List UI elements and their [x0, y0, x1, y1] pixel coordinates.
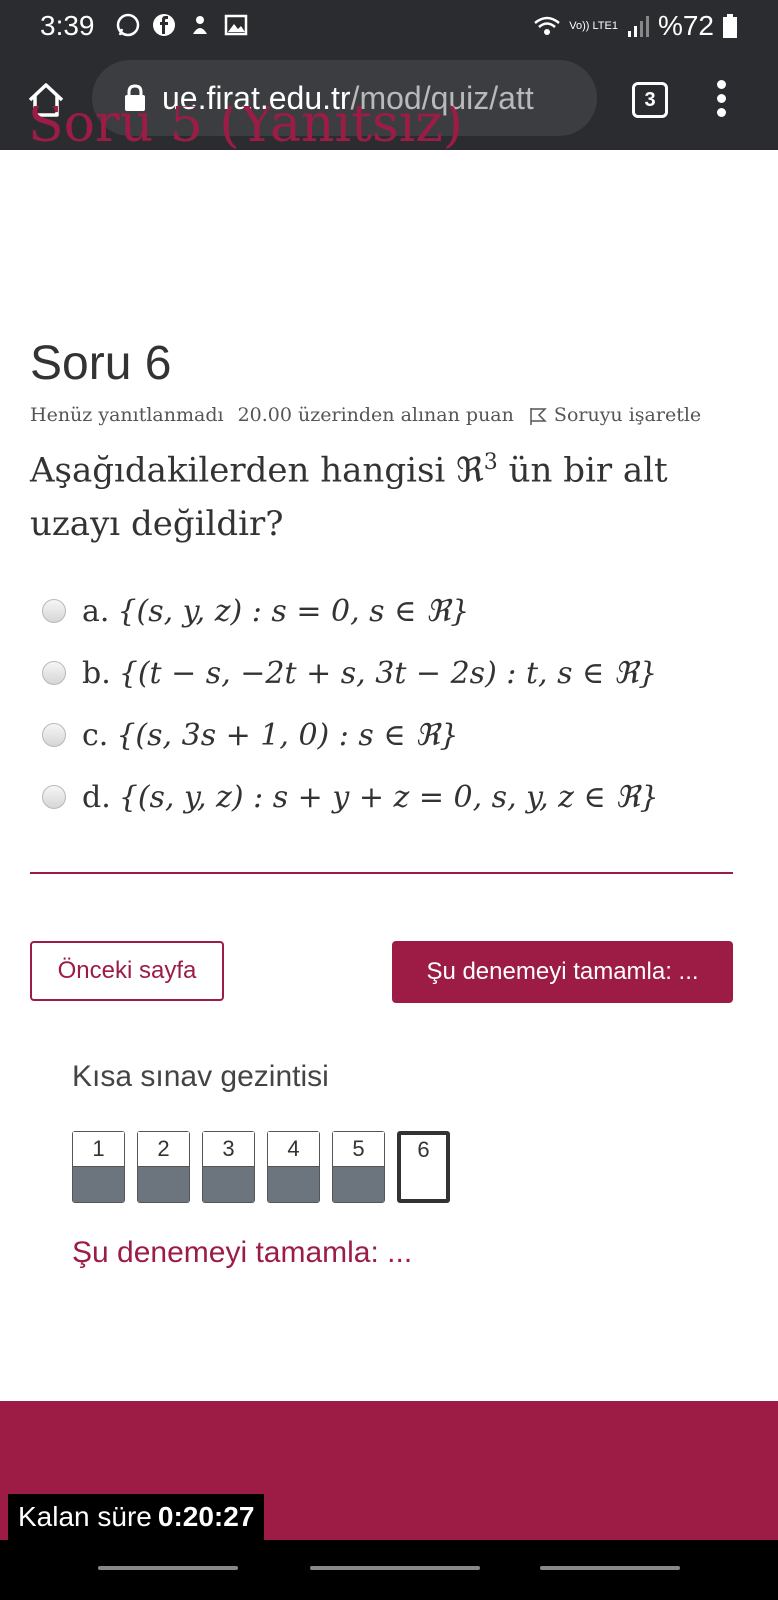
recent-apps-bar[interactable]	[98, 1566, 238, 1570]
nav-number: 4	[268, 1132, 319, 1167]
notification-icons	[115, 12, 249, 38]
previous-page-button[interactable]: Önceki sayfa	[30, 941, 224, 1001]
signal-icon	[627, 16, 649, 37]
answer-list: a. {(s, y, z) : s = 0, s ∈ ℜ} b. {(t − s…	[42, 580, 742, 828]
system-navigation-bar	[0, 1540, 778, 1600]
timer-value: 0:20:27	[157, 1501, 255, 1532]
flag-question-link[interactable]: Soruyu işaretle	[528, 404, 701, 426]
answer-letter: b.	[82, 655, 111, 691]
status-right: Vo)) LTE1 %72	[533, 10, 738, 42]
nav-question-3[interactable]: 3	[202, 1131, 255, 1203]
quiz-navigation-grid: 1 2 3 4 5 6	[72, 1131, 450, 1203]
gallery-icon	[224, 14, 248, 36]
back-bar[interactable]	[540, 1566, 680, 1570]
answer-text: {(t − s, −2t + s, 3t − 2s) : t, s ∈ ℜ}	[118, 655, 658, 691]
answered-fill	[268, 1167, 319, 1202]
answer-text: {(s, y, z) : s = 0, s ∈ ℜ}	[117, 593, 470, 629]
flag-label[interactable]: Soruyu işaretle	[554, 404, 701, 426]
nav-number: 3	[203, 1132, 254, 1167]
finish-attempt-button[interactable]: Şu denemeyi tamamla: ...	[392, 941, 733, 1003]
answer-option-b[interactable]: b. {(t − s, −2t + s, 3t − 2s) : t, s ∈ ℜ…	[42, 642, 742, 704]
nav-question-6-current[interactable]: 6	[397, 1131, 450, 1203]
question-state: Henüz yanıtlanmadı	[30, 404, 224, 426]
answer-option-a[interactable]: a. {(s, y, z) : s = 0, s ∈ ℜ}	[42, 580, 742, 642]
answered-fill	[138, 1167, 189, 1202]
nav-question-1[interactable]: 1	[72, 1131, 125, 1203]
answer-text: {(s, y, z) : s + y + z = 0, s, y, z ∈ ℜ}	[118, 779, 659, 815]
nav-question-4[interactable]: 4	[267, 1131, 320, 1203]
nav-number: 6	[401, 1135, 446, 1165]
radio-b[interactable]	[42, 661, 66, 685]
answer-letter: c.	[82, 717, 109, 753]
timer-label: Kalan süre	[18, 1501, 152, 1532]
quiz-timer: Kalan süre 0:20:27	[8, 1494, 265, 1540]
network-label: Vo)) LTE1	[569, 19, 618, 32]
nav-question-2[interactable]: 2	[137, 1131, 190, 1203]
divider	[30, 872, 733, 874]
radio-d[interactable]	[42, 785, 66, 809]
tab-switcher-button[interactable]: 3	[632, 82, 668, 118]
home-bar[interactable]	[310, 1566, 480, 1570]
question-info: Henüz yanıtlanmadı 20.00 üzerinden alına…	[30, 404, 701, 426]
question-text: Aşağıdakilerden hangisi ℜ3 ün bir alt uz…	[30, 450, 668, 545]
quiz-navigation-title: Kısa sınav gezintisi	[72, 1060, 329, 1093]
nav-question-5[interactable]: 5	[332, 1131, 385, 1203]
battery-percent: %72	[657, 10, 714, 41]
status-bar: 3:39 Vo)) LTE1 %72	[0, 0, 778, 52]
answer-text: {(s, 3s + 1, 0) : s ∈ ℜ}	[116, 717, 459, 753]
question-grade: 20.00 üzerinden alınan puan	[237, 404, 514, 426]
finish-attempt-link[interactable]: Şu denemeyi tamamla: ...	[72, 1236, 412, 1270]
radio-c[interactable]	[42, 723, 66, 747]
answered-fill	[203, 1167, 254, 1202]
radio-a[interactable]	[42, 599, 66, 623]
answered-fill	[333, 1167, 384, 1202]
question-title: Soru 6	[30, 337, 172, 390]
answer-option-c[interactable]: c. {(s, 3s + 1, 0) : s ∈ ℜ}	[42, 704, 742, 766]
facebook-icon	[153, 14, 175, 36]
previous-section-heading: Soru 5 (Yanıtsız)	[28, 106, 464, 150]
answered-fill	[73, 1167, 124, 1202]
answer-letter: a.	[82, 593, 110, 629]
nav-number: 5	[333, 1132, 384, 1167]
flag-icon[interactable]	[528, 406, 548, 426]
status-time: 3:39	[40, 10, 95, 41]
whatsapp-icon	[116, 13, 140, 37]
nav-number: 2	[138, 1132, 189, 1167]
notification-icon	[193, 16, 207, 34]
browser-menu-icon[interactable]	[715, 80, 727, 120]
battery-icon	[723, 14, 737, 38]
wifi-icon	[534, 16, 561, 35]
nav-number: 1	[73, 1132, 124, 1167]
answer-option-d[interactable]: d. {(s, y, z) : s + y + z = 0, s, y, z ∈…	[42, 766, 742, 828]
answer-letter: d.	[82, 779, 111, 815]
